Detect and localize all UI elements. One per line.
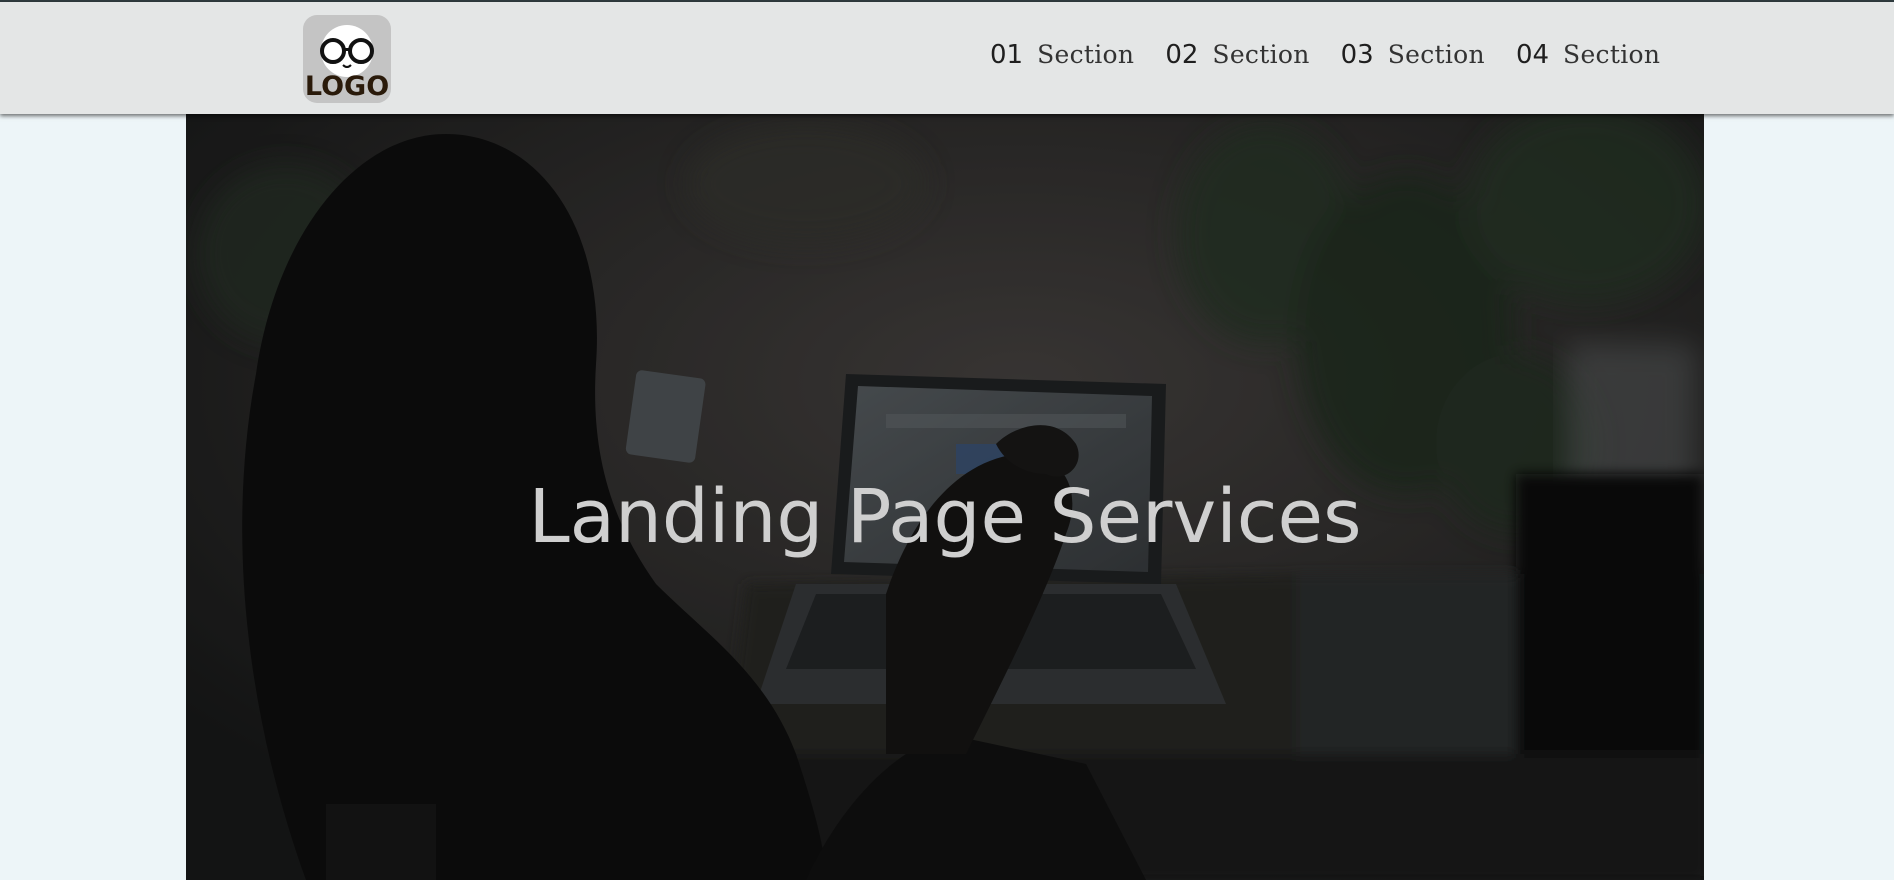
logo[interactable]: LOGO: [303, 15, 391, 103]
nav-label: Section: [1212, 40, 1310, 69]
main-nav: 01 Section 02 Section 03 Section 04 Sect…: [990, 40, 1660, 70]
nav-item-section-4[interactable]: 04 Section: [1516, 40, 1660, 70]
navbar: LOGO 01 Section 02 Section 03 Section 04…: [0, 2, 1894, 114]
hero-title: Landing Page Services: [528, 474, 1362, 560]
nav-item-section-2[interactable]: 02 Section: [1165, 40, 1309, 70]
hero-banner: Landing Page Services: [186, 114, 1704, 880]
nav-label: Section: [1563, 40, 1661, 69]
nav-item-section-1[interactable]: 01 Section: [990, 40, 1134, 70]
nav-number: 01: [990, 40, 1024, 70]
nav-label: Section: [1037, 40, 1135, 69]
logo-icon: LOGO: [305, 25, 389, 102]
logo-text: LOGO: [305, 71, 389, 102]
nav-number: 02: [1165, 40, 1199, 70]
nav-number: 04: [1515, 40, 1550, 70]
nav-label: Section: [1387, 40, 1485, 69]
nav-number: 03: [1340, 40, 1374, 70]
nav-item-section-3[interactable]: 03 Section: [1341, 40, 1485, 70]
